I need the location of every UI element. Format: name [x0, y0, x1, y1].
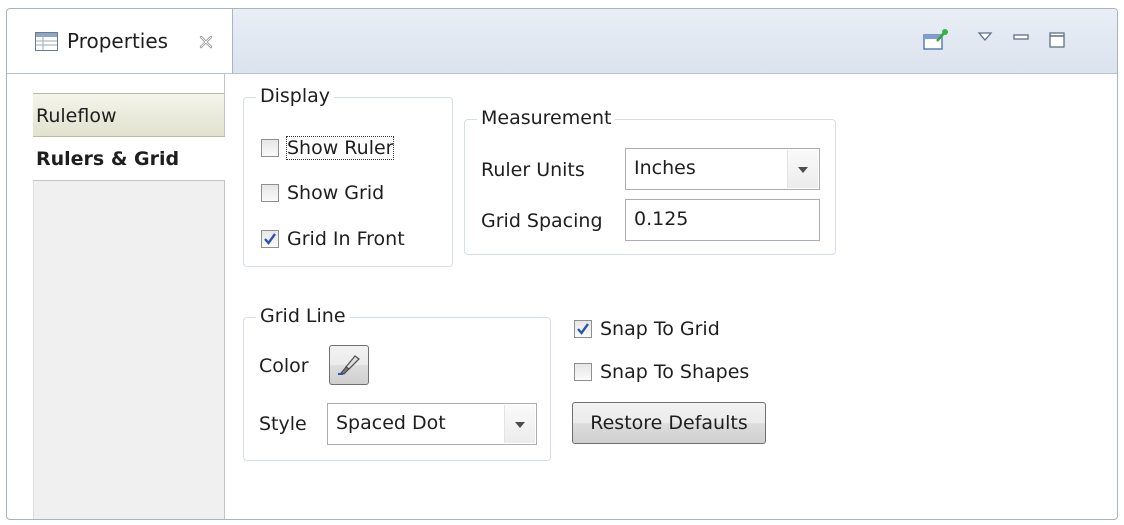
display-legend: Display — [256, 84, 335, 108]
view-menu-icon[interactable] — [971, 27, 999, 53]
show-ruler-checkbox[interactable]: Show Ruler — [261, 136, 395, 160]
tab-ruleflow-label: Ruleflow — [36, 105, 117, 127]
show-grid-label: Show Grid — [287, 182, 385, 204]
grid-in-front-box[interactable] — [261, 230, 279, 248]
properties-tab[interactable]: Properties — [7, 9, 233, 73]
paint-brush-icon — [338, 355, 360, 375]
view-title-bar: Properties — [7, 9, 1117, 74]
snap-to-grid-label: Snap To Grid — [600, 318, 720, 340]
snap-to-grid-checkbox[interactable]: Snap To Grid — [574, 318, 720, 340]
tab-rulers-grid-label: Rulers & Grid — [36, 148, 180, 170]
maximize-icon[interactable] — [1043, 27, 1071, 53]
tab-ruleflow[interactable]: Ruleflow — [33, 93, 225, 137]
grid-style-value: Spaced Dot — [336, 412, 446, 434]
grid-line-legend: Grid Line — [256, 304, 350, 328]
chevron-down-icon — [798, 167, 808, 173]
snap-to-shapes-checkbox[interactable]: Snap To Shapes — [574, 361, 749, 383]
properties-view: Properties Ruleflow Rulers & Grid Displa… — [6, 8, 1118, 520]
show-grid-box[interactable] — [261, 184, 279, 202]
grid-in-front-checkbox[interactable]: Grid In Front — [261, 228, 405, 250]
minimize-icon[interactable] — [1007, 27, 1035, 53]
grid-style-dropdown-button[interactable] — [504, 405, 535, 443]
show-grid-checkbox[interactable]: Show Grid — [261, 182, 384, 204]
chevron-down-icon — [515, 422, 525, 428]
close-x-icon[interactable] — [198, 33, 214, 49]
grid-spacing-label: Grid Spacing — [481, 210, 603, 232]
grid-style-select[interactable]: Spaced Dot — [327, 403, 537, 445]
restore-defaults-button[interactable]: Restore Defaults — [572, 402, 766, 444]
snap-to-shapes-box[interactable] — [574, 363, 592, 381]
checkmark-icon — [577, 323, 589, 335]
pin-to-selection-icon[interactable] — [921, 27, 949, 53]
grid-spacing-field[interactable]: 0.125 — [625, 199, 820, 241]
checkmark-icon — [264, 233, 276, 245]
tab-rulers-grid[interactable]: Rulers & Grid — [33, 137, 225, 181]
snap-to-grid-box[interactable] — [574, 320, 592, 338]
properties-table-icon — [35, 32, 59, 52]
ruler-units-label: Ruler Units — [481, 159, 585, 181]
ruler-units-select[interactable]: Inches — [625, 148, 820, 190]
ruler-units-value: Inches — [634, 157, 696, 179]
color-label: Color — [259, 355, 309, 377]
ruler-units-dropdown-button[interactable] — [787, 150, 818, 188]
grid-in-front-label: Grid In Front — [287, 228, 405, 250]
show-ruler-box[interactable] — [261, 139, 279, 157]
tab-list-filler — [33, 181, 225, 519]
properties-tab-list: Ruleflow Rulers & Grid — [7, 73, 225, 519]
style-label: Style — [259, 413, 307, 435]
measurement-legend: Measurement — [477, 106, 616, 130]
show-ruler-label: Show Ruler — [285, 136, 395, 160]
snap-to-shapes-label: Snap To Shapes — [600, 361, 750, 383]
tab-title: Properties — [67, 29, 169, 53]
color-picker-button[interactable] — [329, 345, 369, 385]
grid-spacing-value: 0.125 — [634, 208, 689, 230]
